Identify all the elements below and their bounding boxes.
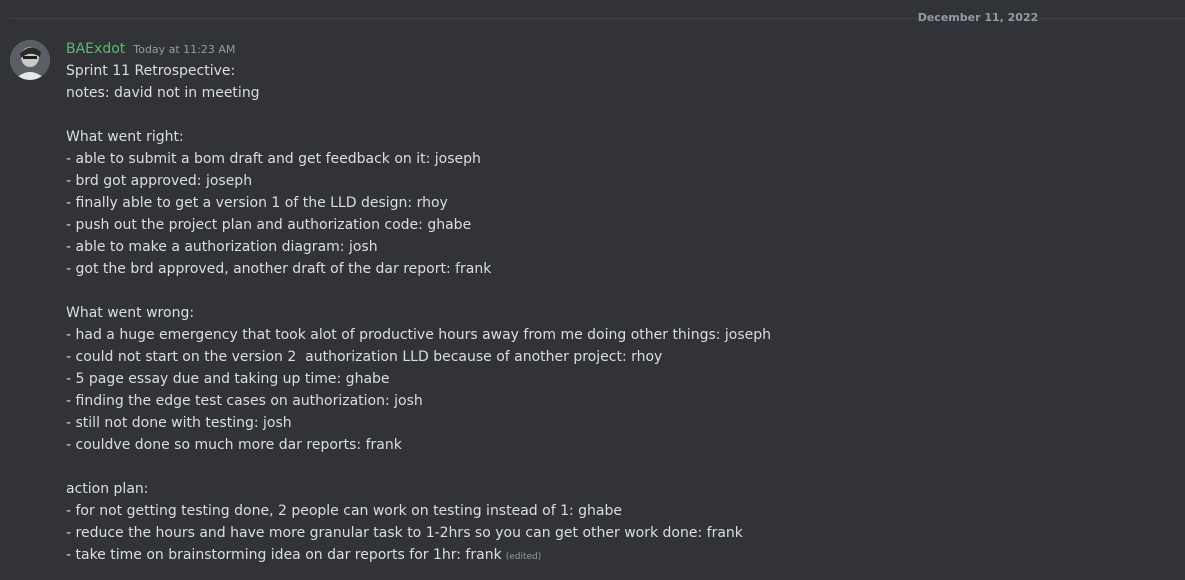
- message-line-text: notes: david not in meeting: [66, 85, 260, 101]
- message-line: What went right:: [66, 126, 1166, 148]
- message-line-text: - had a huge emergency that took alot of…: [66, 327, 772, 343]
- message-line: action plan:: [66, 478, 1166, 500]
- message-line-text: - take time on brainstorming idea on dar…: [66, 547, 502, 563]
- message-line-text: - able to submit a bom draft and get fee…: [66, 151, 481, 167]
- message-line: [66, 104, 1166, 126]
- message-line: notes: david not in meeting: [66, 82, 1166, 104]
- message-line: - finally able to get a version 1 of the…: [66, 192, 1166, 214]
- message-line-text: - push out the project plan and authoriz…: [66, 217, 472, 233]
- message-line-text: What went right:: [66, 129, 184, 145]
- message-line: - push out the project plan and authoriz…: [66, 214, 1166, 236]
- message-line-text: - brd got approved: joseph: [66, 173, 253, 189]
- timestamp[interactable]: Today at 11:23 AM: [133, 41, 235, 59]
- message-line-text: - finally able to get a version 1 of the…: [66, 195, 448, 211]
- message-line-text: - finding the edge test cases on authori…: [66, 393, 423, 409]
- avatar[interactable]: [10, 40, 50, 80]
- message-line: - still not done with testing: josh: [66, 412, 1166, 434]
- message-content: Sprint 11 Retrospective: notes: david not…: [66, 60, 1166, 566]
- message-line: - couldve done so much more dar reports:…: [66, 434, 1166, 456]
- message-line: - could not start on the version 2 autho…: [66, 346, 1166, 368]
- message-line-text: - reduce the hours and have more granula…: [66, 525, 743, 541]
- edited-label: (edited): [505, 552, 542, 562]
- username[interactable]: BAExdot: [66, 40, 125, 58]
- message-line-text: action plan:: [66, 481, 149, 497]
- message-line: Sprint 11 Retrospective:: [66, 60, 1166, 82]
- message-line-text: - couldve done so much more dar reports:…: [66, 437, 402, 453]
- message-line-text: - got the brd approved, another draft of…: [66, 261, 492, 277]
- message-line: - brd got approved: joseph: [66, 170, 1166, 192]
- message-line-text: What went wrong:: [66, 305, 195, 321]
- message-line: - able to submit a bom draft and get fee…: [66, 148, 1166, 170]
- message-line: - for not getting testing done, 2 people…: [66, 500, 1166, 522]
- message-line: - take time on brainstorming idea on dar…: [66, 544, 1166, 566]
- message-line-text: - still not done with testing: josh: [66, 415, 292, 431]
- message-line: - able to make a authorization diagram: …: [66, 236, 1166, 258]
- message-line-text: Sprint 11 Retrospective:: [66, 63, 236, 79]
- avatar-image: [10, 40, 50, 80]
- message-line: [66, 280, 1166, 302]
- divider-line-left: [10, 18, 916, 19]
- message-line: - 5 page essay due and taking up time: g…: [66, 368, 1166, 390]
- message-line-text: - 5 page essay due and taking up time: g…: [66, 371, 390, 387]
- message-header: BAExdot Today at 11:23 AM: [66, 40, 235, 58]
- message-line-text: - able to make a authorization diagram: …: [66, 239, 378, 255]
- message-line-text: - could not start on the version 2 autho…: [66, 349, 663, 365]
- message-line: - had a huge emergency that took alot of…: [66, 324, 1166, 346]
- message-line: [66, 456, 1166, 478]
- message-line: - reduce the hours and have more granula…: [66, 522, 1166, 544]
- message-line: What went wrong:: [66, 302, 1166, 324]
- divider-line-right: [1040, 18, 1185, 19]
- message-line: - finding the edge test cases on authori…: [66, 390, 1166, 412]
- message-line: - got the brd approved, another draft of…: [66, 258, 1166, 280]
- divider-date: December 11, 2022: [917, 11, 1039, 24]
- message-line-text: - for not getting testing done, 2 people…: [66, 503, 622, 519]
